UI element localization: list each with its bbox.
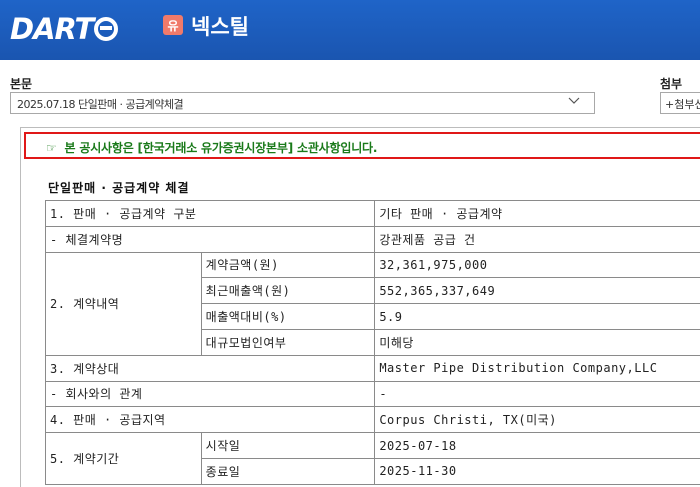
- row-value: 2025-07-18: [374, 432, 700, 459]
- pointing-hand-icon: ☞: [46, 141, 57, 155]
- row-label: 4. 판매 · 공급지역: [44, 406, 376, 434]
- table-row: 1. 판매 · 공급계약 구분 기타 판매 · 공급계약: [44, 200, 700, 227]
- sub-label: 최근매출액(원): [200, 277, 376, 305]
- row-label: 5. 계약기간: [45, 432, 202, 485]
- row-label: 2. 계약내역: [45, 251, 202, 356]
- report-select-value: 2025.07.18 단일판매 · 공급계약체결: [17, 98, 184, 111]
- row-label: 3. 계약상대: [44, 354, 376, 382]
- table-row: 5. 계약기간 시작일 2025-07-18: [45, 432, 700, 485]
- row-value: Master Pipe Distribution Company,LLC: [374, 354, 700, 382]
- sub-label: 종료일: [200, 457, 376, 485]
- table-row: - 회사와의 관계 -: [44, 380, 700, 408]
- row-value: 기타 판매 · 공급계약: [374, 200, 700, 227]
- sub-label: 시작일: [200, 432, 376, 459]
- table-row: 3. 계약상대 Master Pipe Distribution Company…: [44, 354, 700, 382]
- report-select[interactable]: 2025.07.18 단일판매 · 공급계약체결: [10, 92, 595, 114]
- sub-label: 대규모법인여부: [200, 328, 376, 356]
- chevron-down-icon: [568, 97, 580, 104]
- logo-text: DART: [10, 12, 94, 46]
- table-row: - 체결계약명 강관제품 공급 건: [44, 225, 700, 253]
- market-badge: 유: [163, 15, 183, 35]
- disclosure-table: 1. 판매 · 공급계약 구분 기타 판매 · 공급계약 - 체결계약명 강관제…: [44, 200, 700, 485]
- company-name: 넥스틸: [191, 15, 249, 39]
- table-row: 2. 계약내역 계약금액(원) 32,361,975,000: [45, 251, 700, 356]
- sub-label: 계약금액(원): [200, 251, 376, 279]
- table-row: 4. 판매 · 공급지역 Corpus Christi, TX(미국): [44, 406, 700, 434]
- attachment-select-value: +첨부선택+: [665, 98, 700, 111]
- dart-logo[interactable]: DART: [10, 12, 119, 46]
- document-title: 단일판매 · 공급계약 체결: [48, 181, 190, 195]
- row-value: 강관제품 공급 건: [374, 225, 700, 253]
- row-value: 미해당: [374, 328, 700, 356]
- sub-label: 매출액대비(%): [200, 303, 376, 330]
- attachment-select[interactable]: +첨부선택+: [660, 92, 700, 114]
- top-header-bar: DART 유 넥스틸: [0, 0, 700, 60]
- document-viewer[interactable]: ☞ 본 공시사항은 [한국거래소 유가증권시장본부] 소관사항입니다. 단일판매…: [20, 127, 700, 487]
- row-label: - 회사와의 관계: [44, 380, 376, 408]
- row-value: -: [374, 380, 700, 408]
- body-section-label: 본문: [10, 77, 33, 91]
- row-value: 2025-11-30: [374, 457, 700, 485]
- attach-section-label: 첨부: [660, 77, 683, 91]
- notice-text: 본 공시사항은 [한국거래소 유가증권시장본부] 소관사항입니다.: [64, 141, 378, 155]
- row-value: Corpus Christi, TX(미국): [374, 406, 700, 434]
- row-label: - 체결계약명: [44, 225, 376, 253]
- row-value: 552,365,337,649: [374, 277, 700, 305]
- row-label: 1. 판매 · 공급계약 구분: [44, 200, 376, 227]
- dart-logo-mark-icon: [94, 17, 119, 41]
- jurisdiction-notice: ☞ 본 공시사항은 [한국거래소 유가증권시장본부] 소관사항입니다.: [24, 132, 700, 159]
- row-value: 32,361,975,000: [374, 251, 700, 279]
- row-value: 5.9: [374, 303, 700, 330]
